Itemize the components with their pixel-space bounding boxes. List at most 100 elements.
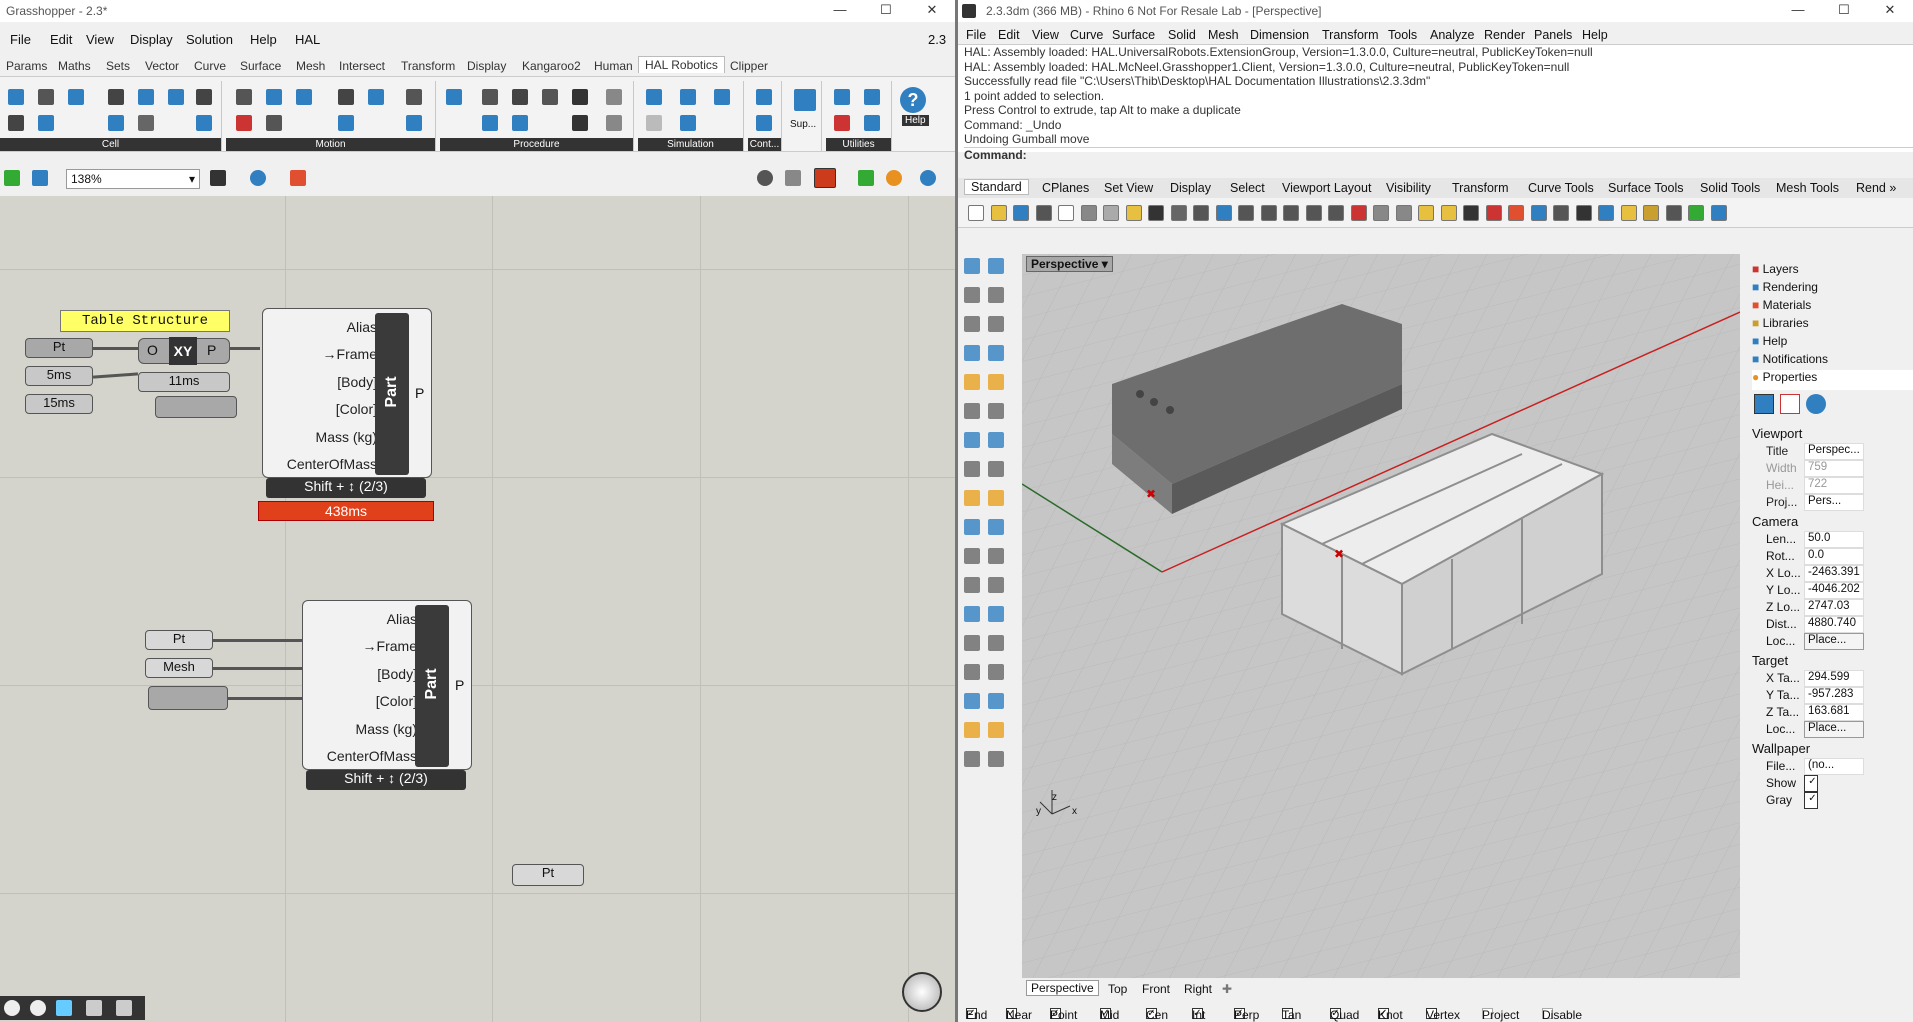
left-tool-icon[interactable] <box>964 345 980 361</box>
maximize-icon[interactable]: ☐ <box>866 2 906 20</box>
place-button[interactable]: Place... <box>1804 633 1864 650</box>
toolbar-button-icon[interactable] <box>1598 205 1614 221</box>
left-tool-icon[interactable] <box>988 751 1004 767</box>
left-tool-icon[interactable] <box>988 258 1004 274</box>
simulation-tool-icon[interactable] <box>714 89 730 105</box>
left-tool-icon[interactable] <box>964 519 980 535</box>
mesh-param[interactable]: Mesh <box>145 658 213 678</box>
left-tool-icon[interactable] <box>964 374 980 390</box>
menu-view[interactable]: View <box>86 32 114 47</box>
procedure-tool-icon[interactable] <box>542 89 558 105</box>
toolbar-button-icon[interactable] <box>1080 205 1097 221</box>
cell-tool-icon[interactable] <box>196 89 212 105</box>
part-component-2[interactable]: Alias →Frame [Body] [Color] Mass (kg) Ce… <box>302 600 472 770</box>
tab-cplanes[interactable]: CPlanes <box>1042 181 1089 195</box>
menu-view[interactable]: View <box>1032 28 1059 42</box>
tab-curve[interactable]: Curve <box>194 59 226 73</box>
toolbar-button-icon[interactable] <box>1530 205 1547 221</box>
left-tool-icon[interactable] <box>964 577 980 593</box>
supervisor-icon[interactable] <box>794 89 816 111</box>
tab-display[interactable]: Display <box>1170 181 1211 195</box>
panel-tab-help[interactable]: ■ Help <box>1752 334 1913 354</box>
place-button[interactable]: Place... <box>1804 721 1864 738</box>
procedure-tool-icon[interactable] <box>512 89 528 105</box>
property-value[interactable]: 294.599 <box>1804 670 1864 687</box>
toolbar-button-icon[interactable] <box>1440 205 1457 221</box>
left-tool-icon[interactable] <box>988 693 1004 709</box>
toolbar-button-icon[interactable] <box>1553 205 1569 221</box>
motion-tool-icon[interactable] <box>236 115 252 131</box>
left-tool-icon[interactable] <box>964 316 980 332</box>
panel-tab-rendering[interactable]: ■ Rendering <box>1752 280 1913 300</box>
cell-tool-icon[interactable] <box>138 89 154 105</box>
toolbar-button-icon[interactable] <box>1170 205 1187 221</box>
procedure-tool-icon[interactable] <box>446 89 462 105</box>
procedure-tool-icon[interactable] <box>482 89 498 105</box>
simulation-tool-icon[interactable] <box>680 89 696 105</box>
toolbar-button-icon[interactable] <box>1103 205 1119 221</box>
left-tool-icon[interactable] <box>964 751 980 767</box>
shaded-preview-icon[interactable] <box>814 168 836 188</box>
left-tool-icon[interactable] <box>964 722 980 738</box>
xy-plane-component[interactable]: O XY P <box>138 337 230 365</box>
menu-file[interactable]: File <box>966 28 986 42</box>
color-swatch-param-2[interactable] <box>148 686 228 710</box>
left-tool-icon[interactable] <box>988 316 1004 332</box>
panel-tab-materials[interactable]: ■ Materials <box>1752 298 1913 318</box>
cont-tool-icon[interactable] <box>756 115 772 131</box>
cell-tool-icon[interactable] <box>108 89 124 105</box>
close-widget-icon[interactable] <box>30 1000 46 1016</box>
left-tool-icon[interactable] <box>964 606 980 622</box>
procedure-tool-icon[interactable] <box>572 115 588 131</box>
menu-tools[interactable]: Tools <box>1388 28 1417 42</box>
left-tool-icon[interactable] <box>988 519 1004 535</box>
perspective-viewport[interactable]: ✖ ✖ z x y Perspective ▾ <box>1022 254 1740 978</box>
paint-icon[interactable] <box>116 1000 132 1016</box>
tab-surface-tools[interactable]: Surface Tools <box>1608 181 1684 195</box>
tab-solid-tools[interactable]: Solid Tools <box>1700 181 1760 195</box>
toolbar-button-icon[interactable] <box>1418 205 1434 221</box>
property-value[interactable]: 722 <box>1804 477 1864 494</box>
toolbar-button-icon[interactable] <box>1058 205 1074 221</box>
minimize-icon[interactable]: — <box>1778 2 1818 20</box>
tab-sets[interactable]: Sets <box>106 59 130 73</box>
panel-tab-properties[interactable]: ● Properties <box>1752 370 1913 390</box>
toolbar-button-icon[interactable] <box>1260 205 1277 221</box>
tab-set-view[interactable]: Set View <box>1104 181 1153 195</box>
cell-tool-icon[interactable] <box>38 89 54 105</box>
property-value[interactable]: -957.283 <box>1804 687 1864 704</box>
simulation-tool-icon[interactable] <box>680 115 696 131</box>
property-value[interactable]: Perspec... <box>1804 443 1864 460</box>
left-tool-icon[interactable] <box>988 374 1004 390</box>
procedure-tool-icon[interactable] <box>606 115 622 131</box>
left-tool-icon[interactable] <box>988 722 1004 738</box>
add-view-icon[interactable]: ✚ <box>1222 982 1232 996</box>
menu-edit[interactable]: Edit <box>50 32 72 47</box>
maximize-icon[interactable]: ☐ <box>1824 2 1864 20</box>
procedure-tool-icon[interactable] <box>512 115 528 131</box>
motion-tool-icon[interactable] <box>406 89 422 105</box>
left-tool-icon[interactable] <box>988 664 1004 680</box>
simulation-tool-icon[interactable] <box>646 89 662 105</box>
left-tool-icon[interactable] <box>988 635 1004 651</box>
display-props-icon[interactable] <box>1806 394 1826 414</box>
toolbar-button-icon[interactable] <box>1328 205 1344 221</box>
left-tool-icon[interactable] <box>988 403 1004 419</box>
cell-tool-icon[interactable] <box>168 89 184 105</box>
part1-footer[interactable]: Shift + ↕ (2/3) <box>266 478 426 498</box>
menu-file[interactable]: File <box>10 32 31 47</box>
toolbar-button-icon[interactable] <box>1238 205 1254 221</box>
tab-curve-tools[interactable]: Curve Tools <box>1528 181 1594 195</box>
left-tool-icon[interactable] <box>964 258 980 274</box>
toolbar-button-icon[interactable] <box>1193 205 1209 221</box>
zoom-extents-icon[interactable] <box>210 170 226 186</box>
left-tool-icon[interactable] <box>964 432 980 448</box>
zoom-select[interactable]: 138% ▾ <box>66 169 200 189</box>
tab-display[interactable]: Display <box>467 59 506 73</box>
toolbar-button-icon[interactable] <box>1463 205 1479 221</box>
menu-help[interactable]: Help <box>1582 28 1608 42</box>
motion-tool-icon[interactable] <box>406 115 422 131</box>
tab-mesh-tools[interactable]: Mesh Tools <box>1776 181 1839 195</box>
motion-tool-icon[interactable] <box>236 89 252 105</box>
cell-tool-icon[interactable] <box>108 115 124 131</box>
